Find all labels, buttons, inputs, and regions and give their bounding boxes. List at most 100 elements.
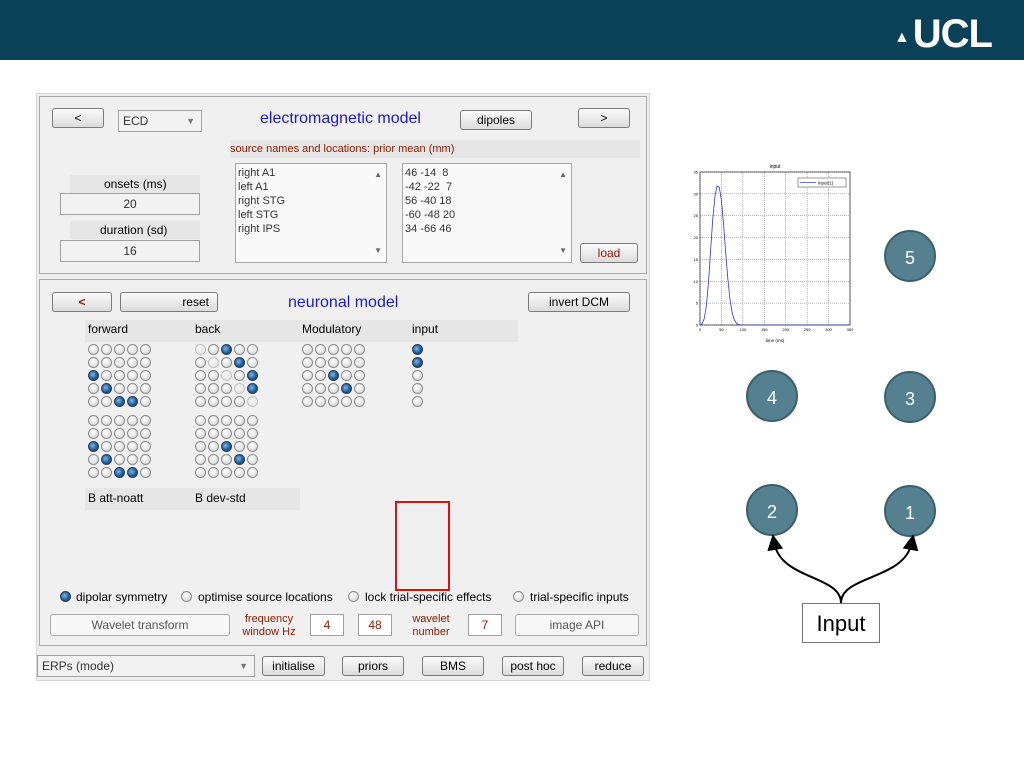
em-model-select[interactable]: ECD ▼ [118, 110, 202, 132]
connection-radio[interactable] [234, 396, 245, 407]
connection-radio[interactable] [315, 396, 326, 407]
connection-radio[interactable] [127, 383, 138, 394]
connection-radio[interactable] [140, 467, 151, 478]
list-item[interactable]: left STG [238, 208, 386, 222]
connection-radio[interactable] [315, 383, 326, 394]
connection-radio[interactable] [114, 344, 125, 355]
connection-radio[interactable] [195, 441, 206, 452]
connection-radio[interactable] [208, 467, 219, 478]
onsets-field[interactable]: 20 [60, 193, 200, 215]
connection-radio[interactable] [114, 396, 125, 407]
connection-radio[interactable] [354, 370, 365, 381]
connection-radio[interactable] [302, 370, 313, 381]
optimise-locations-radio[interactable] [181, 591, 192, 602]
mode-select[interactable]: ERPs (mode) ▼ [37, 655, 255, 677]
connection-radio[interactable] [221, 428, 232, 439]
connection-radio[interactable] [247, 383, 258, 394]
connection-radio[interactable] [127, 396, 138, 407]
connection-radio[interactable] [88, 428, 99, 439]
trial-specific-inputs-radio[interactable] [513, 591, 524, 602]
connection-radio[interactable] [101, 396, 112, 407]
connection-radio[interactable] [101, 428, 112, 439]
connection-radio[interactable] [114, 441, 125, 452]
connection-radio[interactable] [315, 370, 326, 381]
bms-button[interactable]: BMS [422, 656, 484, 676]
connection-radio[interactable] [315, 344, 326, 355]
connection-radio[interactable] [341, 357, 352, 368]
list-item[interactable]: -60 -48 20 [405, 208, 571, 222]
connection-radio[interactable] [302, 396, 313, 407]
connection-radio[interactable] [101, 467, 112, 478]
connection-radio[interactable] [127, 357, 138, 368]
connection-radio[interactable] [412, 344, 423, 355]
connection-radio[interactable] [88, 383, 99, 394]
em-next-button[interactable]: > [578, 108, 630, 128]
scroll-down-icon[interactable]: ▼ [559, 244, 567, 258]
connection-radio[interactable] [247, 454, 258, 465]
lock-trial-effects-radio[interactable] [348, 591, 359, 602]
connection-radio[interactable] [234, 383, 245, 394]
nm-back-button[interactable]: < [52, 292, 112, 312]
post-hoc-button[interactable]: post hoc [502, 656, 564, 676]
connection-radio[interactable] [127, 415, 138, 426]
connection-radio[interactable] [328, 357, 339, 368]
connection-radio[interactable] [114, 357, 125, 368]
connection-radio[interactable] [140, 428, 151, 439]
scroll-down-icon[interactable]: ▼ [374, 244, 382, 258]
connection-radio[interactable] [208, 357, 219, 368]
connection-radio[interactable] [208, 383, 219, 394]
connection-radio[interactable] [221, 454, 232, 465]
connection-radio[interactable] [140, 383, 151, 394]
connection-radio[interactable] [221, 415, 232, 426]
connection-radio[interactable] [208, 370, 219, 381]
connection-radio[interactable] [341, 383, 352, 394]
connection-radio[interactable] [127, 467, 138, 478]
connection-radio[interactable] [88, 415, 99, 426]
connection-radio[interactable] [234, 428, 245, 439]
connection-radio[interactable] [247, 467, 258, 478]
connection-radio[interactable] [101, 441, 112, 452]
load-button[interactable]: load [580, 243, 638, 263]
connection-radio[interactable] [140, 357, 151, 368]
list-item[interactable]: -42 -22 7 [405, 180, 571, 194]
invert-dcm-button[interactable]: invert DCM [528, 292, 630, 312]
connection-radio[interactable] [88, 370, 99, 381]
connection-radio[interactable] [101, 383, 112, 394]
connection-radio[interactable] [127, 441, 138, 452]
connection-radio[interactable] [221, 467, 232, 478]
em-prev-button[interactable]: < [52, 108, 104, 128]
connection-radio[interactable] [302, 344, 313, 355]
connection-radio[interactable] [354, 396, 365, 407]
reduce-button[interactable]: reduce [582, 656, 644, 676]
list-item[interactable]: 46 -14 8 [405, 166, 571, 180]
connection-radio[interactable] [221, 357, 232, 368]
connection-radio[interactable] [195, 396, 206, 407]
connection-radio[interactable] [127, 454, 138, 465]
connection-radio[interactable] [247, 415, 258, 426]
dipolar-symmetry-radio[interactable] [60, 591, 71, 602]
freq-high-field[interactable]: 48 [358, 614, 392, 636]
connection-radio[interactable] [127, 344, 138, 355]
connection-radio[interactable] [234, 357, 245, 368]
connection-radio[interactable] [354, 357, 365, 368]
connection-radio[interactable] [341, 370, 352, 381]
connection-radio[interactable] [140, 415, 151, 426]
connection-radio[interactable] [88, 396, 99, 407]
scroll-up-icon[interactable]: ▲ [374, 168, 382, 182]
connection-radio[interactable] [341, 344, 352, 355]
connection-radio[interactable] [88, 357, 99, 368]
list-item[interactable]: 56 -40 18 [405, 194, 571, 208]
image-api-button[interactable]: image API [515, 614, 639, 636]
connection-radio[interactable] [341, 396, 352, 407]
connection-radio[interactable] [247, 396, 258, 407]
connection-radio[interactable] [114, 415, 125, 426]
connection-radio[interactable] [221, 396, 232, 407]
connection-radio[interactable] [114, 467, 125, 478]
connection-radio[interactable] [221, 383, 232, 394]
list-item[interactable]: right A1 [238, 166, 386, 180]
connection-radio[interactable] [88, 441, 99, 452]
connection-radio[interactable] [88, 344, 99, 355]
connection-radio[interactable] [127, 370, 138, 381]
connection-radio[interactable] [195, 357, 206, 368]
connection-radio[interactable] [247, 370, 258, 381]
